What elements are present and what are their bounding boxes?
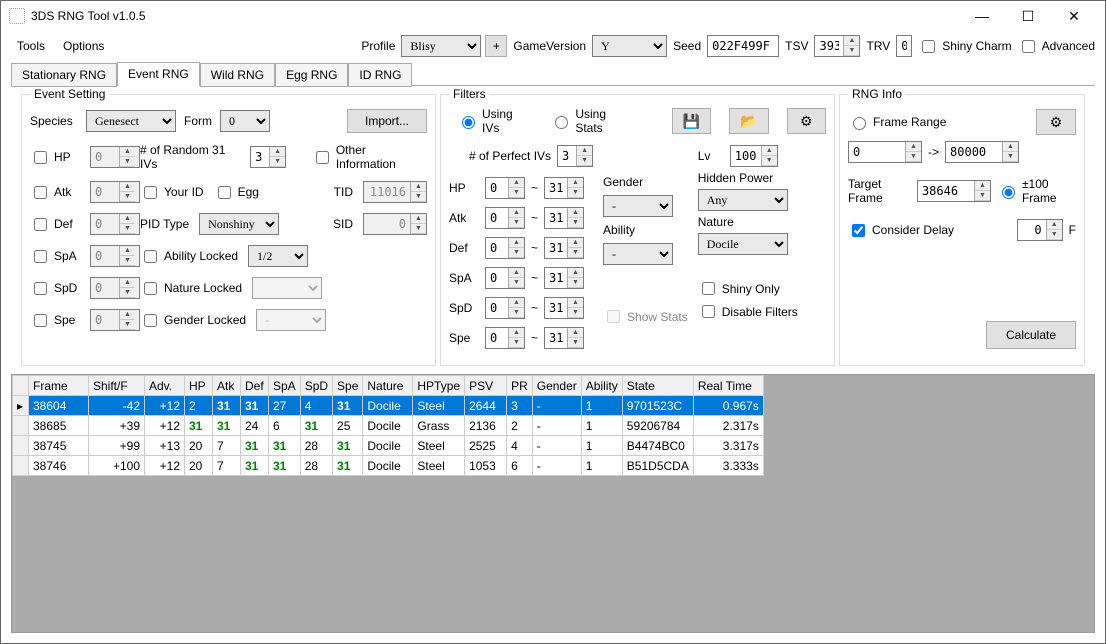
col-header[interactable]: HPType xyxy=(413,376,465,396)
col-header[interactable]: Adv. xyxy=(145,376,185,396)
profile-select[interactable]: Blisy xyxy=(401,35,481,57)
calculate-button[interactable]: Calculate xyxy=(986,321,1076,349)
range-from-spinner[interactable]: ▲▼ xyxy=(848,141,922,163)
settings-icon[interactable]: ⚙ xyxy=(787,108,826,134)
minimize-button[interactable]: — xyxy=(959,1,1005,31)
filters-group: Filters Using IVs Using Stats 💾 📂 ⚙ # of… xyxy=(440,94,835,366)
seed-input[interactable] xyxy=(707,35,779,57)
close-button[interactable]: ✕ xyxy=(1051,1,1097,31)
col-header[interactable]: PR xyxy=(507,376,533,396)
seed-label: Seed xyxy=(673,39,701,53)
perfectivs-spinner[interactable]: ▲▼ xyxy=(557,145,593,167)
spe-checkbox[interactable]: Spe xyxy=(30,311,90,330)
trv-label: TRV xyxy=(866,39,890,53)
pm100-radio[interactable]: ±100 Frame xyxy=(997,177,1076,205)
sid-spinner[interactable]: ▲▼ xyxy=(363,213,427,235)
filter-ability-select[interactable]: - xyxy=(603,243,673,265)
app-icon xyxy=(9,8,25,24)
range-to-spinner[interactable]: ▲▼ xyxy=(945,141,1019,163)
table-row[interactable]: 38685+39+1231312463125DocileGrass21362-1… xyxy=(13,416,764,436)
def-checkbox[interactable]: Def xyxy=(30,215,90,234)
shinycharm-checkbox[interactable]: Shiny Charm xyxy=(918,37,1011,56)
species-select[interactable]: Genesect xyxy=(86,110,176,132)
considerdelay-checkbox[interactable]: Consider Delay xyxy=(848,221,954,240)
usingstats-radio[interactable]: Using Stats xyxy=(550,107,635,135)
col-header[interactable]: SpA xyxy=(269,376,301,396)
table-row[interactable]: 38745+99+1320731312831DocileSteel25254-1… xyxy=(13,436,764,456)
col-header[interactable]: Ability xyxy=(581,376,622,396)
results-grid[interactable]: FrameShift/FAdv.HPAtkDefSpASpDSpeNatureH… xyxy=(11,374,1095,633)
col-header[interactable]: State xyxy=(622,376,693,396)
menu-tools[interactable]: Tools xyxy=(11,35,51,57)
filter-gender-select[interactable]: - xyxy=(603,195,673,217)
menu-options[interactable]: Options xyxy=(57,35,110,57)
yourid-checkbox[interactable]: Your ID xyxy=(140,183,204,202)
rng-settings-icon[interactable]: ⚙ xyxy=(1036,109,1076,135)
abilitylocked-checkbox[interactable]: Ability Locked xyxy=(140,247,238,266)
shinyonly-checkbox[interactable]: Shiny Only xyxy=(698,279,798,298)
egg-checkbox[interactable]: Egg xyxy=(214,183,259,202)
col-header[interactable]: Frame xyxy=(29,376,89,396)
col-header[interactable] xyxy=(13,376,29,396)
col-header[interactable]: Gender xyxy=(532,376,581,396)
naturelocked-checkbox[interactable]: Nature Locked xyxy=(140,279,242,298)
tsv-label: TSV xyxy=(785,39,808,53)
col-header[interactable]: Nature xyxy=(363,376,413,396)
pidtype-select[interactable]: Nonshiny xyxy=(199,213,279,235)
rand31-spinner[interactable]: ▲▼ xyxy=(250,146,286,168)
window-title: 3DS RNG Tool v1.0.5 xyxy=(31,9,959,23)
genderlocked-checkbox[interactable]: Gender Locked xyxy=(140,311,246,330)
event-setting-group: Event Setting Species Genesect Form 0 Im… xyxy=(21,94,436,366)
nature-select[interactable] xyxy=(252,277,322,299)
profile-label: Profile xyxy=(361,39,395,53)
tsv-spinner[interactable]: ▲▼ xyxy=(814,35,860,57)
otherinfo-checkbox[interactable]: Other Information xyxy=(312,143,427,171)
usingivs-radio[interactable]: Using IVs xyxy=(457,107,532,135)
rnginfo-group: RNG Info Frame Range ⚙ ▲▼ -> ▲▼ Target F… xyxy=(839,94,1085,366)
col-header[interactable]: Real Time xyxy=(693,376,763,396)
spa-checkbox[interactable]: SpA xyxy=(30,247,90,266)
gender-select[interactable]: - xyxy=(256,309,326,331)
col-header[interactable]: Shift/F xyxy=(89,376,145,396)
table-row[interactable]: 38746+100+1220731312831DocileSteel10536-… xyxy=(13,456,764,476)
col-header[interactable]: Def xyxy=(241,376,269,396)
col-header[interactable]: PSV xyxy=(465,376,507,396)
hp-checkbox[interactable]: HP xyxy=(30,148,90,167)
framerange-radio[interactable]: Frame Range xyxy=(848,114,946,130)
trv-input[interactable] xyxy=(896,35,912,57)
save-icon[interactable]: 💾 xyxy=(672,108,711,134)
col-header[interactable]: HP xyxy=(185,376,213,396)
table-row[interactable]: ▸38604-42+122313127431DocileSteel26443-1… xyxy=(13,396,764,416)
tid-spinner[interactable]: ▲▼ xyxy=(363,181,427,203)
col-header[interactable]: Spe xyxy=(333,376,363,396)
delay-spinner[interactable]: ▲▼ xyxy=(1017,219,1063,241)
open-icon[interactable]: 📂 xyxy=(729,108,768,134)
spd-checkbox[interactable]: SpD xyxy=(30,279,90,298)
col-header[interactable]: Atk xyxy=(213,376,241,396)
atk-checkbox[interactable]: Atk xyxy=(30,183,90,202)
tab-event[interactable]: Event RNG xyxy=(117,62,200,86)
advanced-checkbox[interactable]: Advanced xyxy=(1018,37,1095,56)
lv-spinner[interactable]: ▲▼ xyxy=(730,145,778,167)
ability-select[interactable]: 1/2 xyxy=(248,245,308,267)
showstats-checkbox: Show Stats xyxy=(603,307,688,326)
gameversion-select[interactable]: Y xyxy=(592,35,667,57)
form-select[interactable]: 0 xyxy=(220,110,270,132)
hiddenpower-select[interactable]: Any xyxy=(698,189,788,211)
tab-stationary[interactable]: Stationary RNG xyxy=(11,63,117,87)
tab-wild[interactable]: Wild RNG xyxy=(200,63,275,87)
gameversion-label: GameVersion xyxy=(513,39,586,53)
col-header[interactable]: SpD xyxy=(300,376,332,396)
profile-add-button[interactable]: + xyxy=(485,35,507,57)
import-button[interactable]: Import... xyxy=(347,109,427,133)
tab-id[interactable]: ID RNG xyxy=(348,63,412,87)
targetframe-spinner[interactable]: ▲▼ xyxy=(917,180,991,202)
maximize-button[interactable]: ☐ xyxy=(1005,1,1051,31)
titlebar: 3DS RNG Tool v1.0.5 — ☐ ✕ xyxy=(1,1,1105,31)
filter-nature-select[interactable]: Docile xyxy=(698,233,788,255)
tab-egg[interactable]: Egg RNG xyxy=(275,63,348,87)
disablefilters-checkbox[interactable]: Disable Filters xyxy=(698,302,798,321)
hp-spinner[interactable]: ▲▼ xyxy=(90,146,140,168)
